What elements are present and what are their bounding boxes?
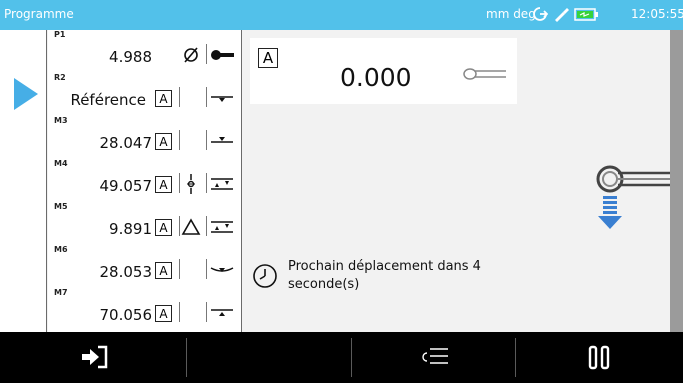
- step-tag: M7: [54, 288, 68, 297]
- step-tag: M3: [54, 116, 68, 125]
- step-value: 28.053: [99, 263, 153, 281]
- reference-box: A: [155, 90, 172, 107]
- divider: [206, 130, 207, 150]
- units-indicator: mm deg: [486, 7, 536, 21]
- pause-icon: [588, 345, 610, 370]
- probe-move-down-icon: [596, 165, 670, 229]
- measurement-readout: A 0.000: [250, 38, 517, 104]
- list-item[interactable]: M6 28.053 A: [48, 245, 242, 288]
- clock-icon: [253, 264, 277, 288]
- divider: [206, 259, 207, 279]
- scrollbar[interactable]: [670, 30, 683, 332]
- message-text: Prochain déplacement dans 4 seconde(s): [288, 258, 481, 294]
- battery-icon: [574, 8, 598, 21]
- divider: [206, 216, 207, 236]
- play-column: [0, 30, 47, 332]
- empty-button[interactable]: [187, 332, 351, 383]
- list-item[interactable]: M3 28.047 A: [48, 116, 242, 159]
- exit-button[interactable]: [0, 332, 186, 383]
- probe-pen-icon: [555, 8, 569, 22]
- list-icon: [422, 348, 448, 364]
- divider: [179, 302, 180, 322]
- reference-box: A: [155, 219, 172, 236]
- main-area: P1 4.988 R2 Référence A M3 28.047 A M4 4…: [0, 30, 683, 332]
- list-item[interactable]: R2 Référence A: [48, 73, 242, 116]
- divider: [206, 173, 207, 193]
- message-line: Prochain déplacement dans 4: [288, 259, 481, 274]
- reference-edge-icon: [211, 96, 233, 102]
- center-point-icon: [187, 174, 195, 194]
- double-edge-icon: [211, 178, 233, 190]
- divider: [206, 44, 207, 64]
- diameter-icon: [184, 47, 198, 63]
- reference-box: A: [258, 48, 278, 68]
- program-list[interactable]: P1 4.988 R2 Référence A M3 28.047 A M4 4…: [48, 30, 242, 332]
- triangle-icon: [181, 218, 201, 235]
- curve-down-icon: [210, 267, 234, 272]
- list-item[interactable]: M4 49.057 A: [48, 159, 242, 202]
- step-tag: R2: [54, 73, 66, 82]
- page-title: Programme: [4, 7, 74, 21]
- step-tag: P1: [54, 30, 66, 39]
- divider: [206, 302, 207, 322]
- list-button[interactable]: [352, 332, 515, 383]
- step-value: 70.056: [99, 306, 153, 324]
- exit-icon: [82, 345, 108, 369]
- step-value: Référence: [70, 91, 146, 109]
- reference-box: A: [155, 305, 172, 322]
- edge-down-icon: [211, 137, 233, 143]
- pause-button[interactable]: [516, 332, 683, 383]
- list-item[interactable]: P1 4.988: [48, 30, 242, 73]
- probe-icon: [463, 68, 506, 80]
- clock-time: 12:05:55: [631, 7, 683, 21]
- list-item[interactable]: M7 70.056 A: [48, 288, 242, 331]
- divider: [179, 87, 180, 107]
- readout-value: 0.000: [340, 63, 412, 92]
- probe-icon: [211, 50, 234, 60]
- step-value: 28.047: [99, 134, 153, 152]
- step-tag: M5: [54, 202, 68, 211]
- bottom-toolbar: [0, 332, 683, 383]
- step-value: 9.891: [109, 220, 152, 238]
- divider: [179, 259, 180, 279]
- reference-box: A: [155, 133, 172, 150]
- reference-box: A: [155, 176, 172, 193]
- sync-icon: [533, 7, 548, 21]
- step-tag: M6: [54, 245, 68, 254]
- current-step-arrow-icon: [14, 78, 38, 110]
- step-value: 49.057: [99, 177, 153, 195]
- edge-up-icon: [211, 309, 233, 316]
- title-bar: Programme mm deg 12:05:55: [0, 0, 683, 30]
- list-item[interactable]: M5 9.891 A: [48, 202, 242, 245]
- divider: [179, 130, 180, 150]
- reference-box: A: [155, 262, 172, 279]
- message-line: seconde(s): [288, 277, 360, 292]
- double-edge-icon: [211, 221, 233, 233]
- step-tag: M4: [54, 159, 68, 168]
- divider: [206, 87, 207, 107]
- step-value: 4.988: [109, 48, 152, 66]
